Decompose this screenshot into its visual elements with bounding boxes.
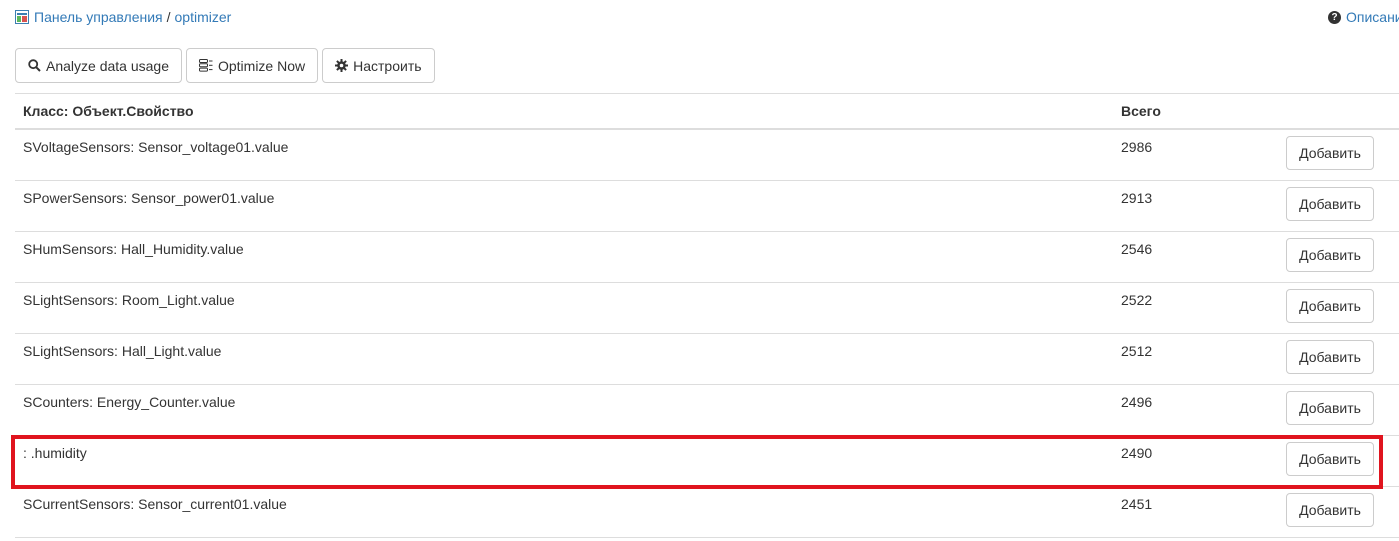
row-property-name: : .humidity xyxy=(23,445,87,461)
row-total: 2522 xyxy=(1121,292,1153,308)
add-button[interactable]: Добавить xyxy=(1286,238,1374,272)
row-action-cell: Добавить xyxy=(1276,436,1399,486)
table-row: SLightSensors: Room_Light.value 2522 Добав… xyxy=(15,283,1399,334)
table-row: : .humidity 2490 Добавить xyxy=(15,436,1399,487)
table-row: SPowerSensors: Sensor_power01.value 2913 Д… xyxy=(15,181,1399,232)
row-total: 2451 xyxy=(1121,496,1153,512)
row-property-name: SLightSensors: Room_Light.value xyxy=(23,292,235,308)
database-icon xyxy=(198,59,213,72)
row-total: 2986 xyxy=(1121,139,1153,155)
row-action-cell: Добавить xyxy=(1276,130,1399,180)
analyze-data-usage-button[interactable]: Analyze data usage xyxy=(15,48,182,83)
help-link-label[interactable]: Описани xyxy=(1346,9,1399,25)
header-total: Всего xyxy=(1121,103,1161,119)
row-property-name: SVoltageSensors: Sensor_voltage01.value xyxy=(23,139,289,155)
settings-button[interactable]: Настроить xyxy=(322,48,435,83)
breadcrumb-current-link[interactable]: optimizer xyxy=(175,9,232,25)
data-usage-table: Класс: Объект.Свойство Всего SVoltageSen… xyxy=(15,93,1399,538)
app-icon xyxy=(15,10,29,24)
optimize-now-button[interactable]: Optimize Now xyxy=(185,48,319,83)
row-total: 2913 xyxy=(1121,190,1153,206)
add-button[interactable]: Добавить xyxy=(1286,340,1374,374)
row-total: 2512 xyxy=(1121,343,1153,359)
gear-icon xyxy=(335,59,349,72)
table-row: SCounters: Energy_Counter.value 2496 Добав… xyxy=(15,385,1399,436)
question-icon: ? xyxy=(1328,10,1341,24)
settings-label: Настроить xyxy=(353,57,422,74)
row-total: 2496 xyxy=(1121,394,1153,410)
row-total: 2546 xyxy=(1121,241,1153,257)
table-header: Класс: Объект.Свойство Всего xyxy=(15,93,1399,130)
add-button[interactable]: Добавить xyxy=(1286,136,1374,170)
row-property-name: SCounters: Energy_Counter.value xyxy=(23,394,236,410)
row-action-cell: Добавить xyxy=(1276,334,1399,384)
add-button[interactable]: Добавить xyxy=(1286,187,1374,221)
analyze-data-usage-label: Analyze data usage xyxy=(46,57,169,74)
add-button[interactable]: Добавить xyxy=(1286,289,1374,323)
row-action-cell: Добавить xyxy=(1276,283,1399,333)
row-action-cell: Добавить xyxy=(1276,232,1399,282)
add-button[interactable]: Добавить xyxy=(1286,391,1374,425)
search-icon xyxy=(28,59,41,72)
row-total: 2490 xyxy=(1121,445,1153,461)
row-property-name: SHumSensors: Hall_Humidity.value xyxy=(23,241,244,257)
optimize-now-label: Optimize Now xyxy=(217,57,306,74)
row-property-name: SCurrentSensors: Sensor_current01.value xyxy=(23,496,287,512)
table-row: SLightSensors: Hall_Light.value 2512 Добав… xyxy=(15,334,1399,385)
header-class-object-property: Класс: Объект.Свойство xyxy=(23,103,194,119)
table-row: SCurrentSensors: Sensor_current01.value 2… xyxy=(15,487,1399,538)
row-action-cell: Добавить xyxy=(1276,385,1399,435)
add-button[interactable]: Добавить xyxy=(1286,493,1374,527)
breadcrumb-root-link[interactable]: Панель управления xyxy=(34,9,163,25)
row-property-name: SPowerSensors: Sensor_power01.value xyxy=(23,190,275,206)
toolbar: Analyze data usage Optimize Now Настроит… xyxy=(15,48,435,83)
row-action-cell: Добавить xyxy=(1276,181,1399,231)
header-action xyxy=(1276,94,1399,128)
table-row: SVoltageSensors: Sensor_voltage01.value 2… xyxy=(15,130,1399,181)
help-link[interactable]: ? Описани xyxy=(1328,9,1399,25)
breadcrumb-separator: / xyxy=(166,9,171,25)
row-action-cell: Добавить xyxy=(1276,487,1399,537)
breadcrumb: Панель управления / optimizer xyxy=(15,9,231,25)
table-row: SHumSensors: Hall_Humidity.value 2546 Доба… xyxy=(15,232,1399,283)
add-button[interactable]: Добавить xyxy=(1286,442,1374,476)
row-property-name: SLightSensors: Hall_Light.value xyxy=(23,343,222,359)
